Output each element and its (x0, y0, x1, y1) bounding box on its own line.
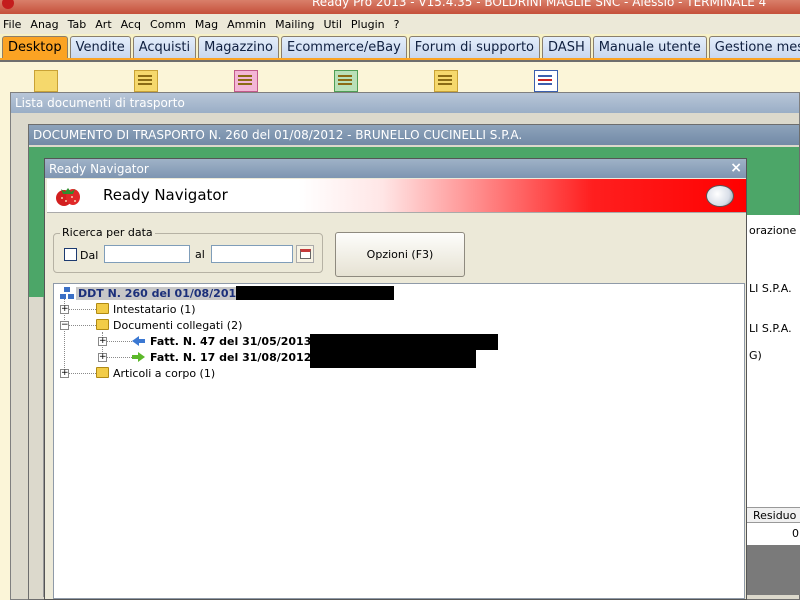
lista-documenti-title: Lista documenti di trasporto (11, 93, 799, 113)
menu-file[interactable]: File (3, 18, 21, 31)
tab-acquisti[interactable]: Acquisti (132, 36, 197, 58)
arrow-left-icon (132, 336, 145, 346)
date-search-group: Ricerca per data Dal al (53, 226, 323, 273)
column-header-residuo: Residuo (746, 507, 800, 523)
menu-help[interactable]: ? (394, 18, 400, 31)
document-right-panel: orazione LI S.P.A. LI S.P.A. G) Residuo … (745, 215, 800, 595)
date-search-legend: Ricerca per data (60, 226, 155, 239)
menu-acq[interactable]: Acq (121, 18, 141, 31)
redacted-text (310, 334, 498, 350)
tree-item-fattura-47[interactable]: + Fatt. N. 47 del 31/05/2013 - (54, 334, 504, 350)
checklist-icon[interactable] (534, 70, 558, 92)
folder-icon (96, 303, 109, 314)
box-icon[interactable] (34, 70, 58, 92)
tab-desktop[interactable]: Desktop (2, 36, 68, 58)
al-label: al (195, 248, 205, 261)
tree-item-label: Fatt. N. 17 del 31/08/2012 - (150, 351, 320, 364)
tree-item-label: Articoli a corpo (1) (113, 367, 216, 380)
tab-bar: Desktop Vendite Acquisti Magazzino Ecomm… (0, 34, 800, 60)
al-date-input[interactable] (211, 245, 293, 263)
app-title: Ready Pro 2013 - V15.4.35 - BOLDRINI MAG… (312, 0, 767, 9)
menu-bar: File Anag Tab Art Acq Comm Mag Ammin Mai… (0, 14, 800, 34)
tab-gestione-messaggi[interactable]: Gestione messa (708, 36, 800, 58)
app-logo-icon (2, 0, 14, 9)
menu-comm[interactable]: Comm (150, 18, 186, 31)
network-icon (60, 287, 74, 299)
column-header-lavorazione: orazione (749, 224, 797, 237)
documento-title: DOCUMENTO DI TRASPORTO N. 260 del 01/08/… (29, 125, 799, 145)
tab-forum[interactable]: Forum di supporto (408, 36, 541, 58)
tree-root-label: DDT N. 260 del 01/08/2012 - (76, 287, 255, 300)
customer-name-1: LI S.P.A. (749, 282, 792, 295)
menu-plugin[interactable]: Plugin (351, 18, 385, 31)
arrow-right-icon (132, 352, 145, 362)
grid-empty-area (746, 545, 800, 595)
expand-plus-icon[interactable]: + (60, 369, 69, 378)
tab-manuale[interactable]: Manuale utente (592, 36, 707, 58)
folder-icon (96, 367, 109, 378)
customer-province: G) (749, 349, 762, 362)
compass-icon (706, 185, 734, 207)
app-title-bar: Ready Pro 2013 - V15.4.35 - BOLDRINI MAG… (0, 0, 800, 14)
menu-util[interactable]: Util (323, 18, 341, 31)
dal-date-input[interactable] (104, 245, 190, 263)
document-icon[interactable] (134, 70, 158, 92)
menu-mag[interactable]: Mag (195, 18, 218, 31)
tree-item-label: Intestatario (1) (113, 303, 196, 316)
collapse-minus-icon[interactable]: − (60, 321, 69, 330)
dal-label: Dal (80, 249, 99, 262)
menu-mailing[interactable]: Mailing (275, 18, 314, 31)
menu-tab[interactable]: Tab (68, 18, 87, 31)
strawberry-icon (56, 188, 80, 206)
residuo-value: 0 (792, 527, 799, 540)
calendar-button[interactable] (296, 245, 314, 263)
expand-plus-icon[interactable]: + (98, 337, 107, 346)
tree-item-label: Documenti collegati (2) (113, 319, 243, 332)
tab-vendite[interactable]: Vendite (69, 36, 131, 58)
expand-plus-icon[interactable]: + (98, 353, 107, 362)
calendar-icon (300, 249, 311, 259)
customer-name-2: LI S.P.A. (749, 322, 792, 335)
menu-art[interactable]: Art (95, 18, 111, 31)
folder-open-icon (96, 319, 109, 330)
tree-item-intestatario[interactable]: + Intestatario (1) (54, 302, 354, 318)
menu-ammin[interactable]: Ammin (227, 18, 266, 31)
dal-checkbox[interactable] (64, 248, 77, 261)
menu-anag[interactable]: Anag (30, 18, 58, 31)
navigator-banner-title: Ready Navigator (103, 186, 228, 204)
document-pink-icon[interactable] (234, 70, 258, 92)
document-green-icon[interactable] (334, 70, 358, 92)
tree-item-articoli-a-corpo[interactable]: + Articoli a corpo (1) (54, 366, 354, 382)
navigator-title: Ready Navigator (49, 162, 149, 176)
navigator-banner: Ready Navigator (47, 179, 746, 213)
tab-magazzino[interactable]: Magazzino (198, 36, 279, 58)
document-yellow-icon[interactable] (434, 70, 458, 92)
tree-item-label: Fatt. N. 47 del 31/05/2013 - (150, 335, 320, 348)
redacted-text (236, 286, 394, 300)
tree-item-fattura-17[interactable]: + Fatt. N. 17 del 31/08/2012 - (54, 350, 504, 368)
tab-ecommerce[interactable]: Ecommerce/eBay (280, 36, 407, 58)
tree-item-documenti-collegati[interactable]: − Documenti collegati (2) (54, 318, 354, 334)
navigator-title-bar: Ready Navigator × (45, 159, 746, 178)
tab-dash[interactable]: DASH (542, 36, 591, 58)
document-tree[interactable]: DDT N. 260 del 01/08/2012 - + Intestatar… (53, 283, 745, 599)
close-icon[interactable]: × (730, 160, 742, 176)
ready-navigator-window: Ready Navigator × Ready Navigator Ricerc… (44, 158, 747, 600)
expand-plus-icon[interactable]: + (60, 305, 69, 314)
opzioni-button[interactable]: Opzioni (F3) (335, 232, 465, 277)
tree-root-row[interactable]: DDT N. 260 del 01/08/2012 - (54, 286, 454, 302)
